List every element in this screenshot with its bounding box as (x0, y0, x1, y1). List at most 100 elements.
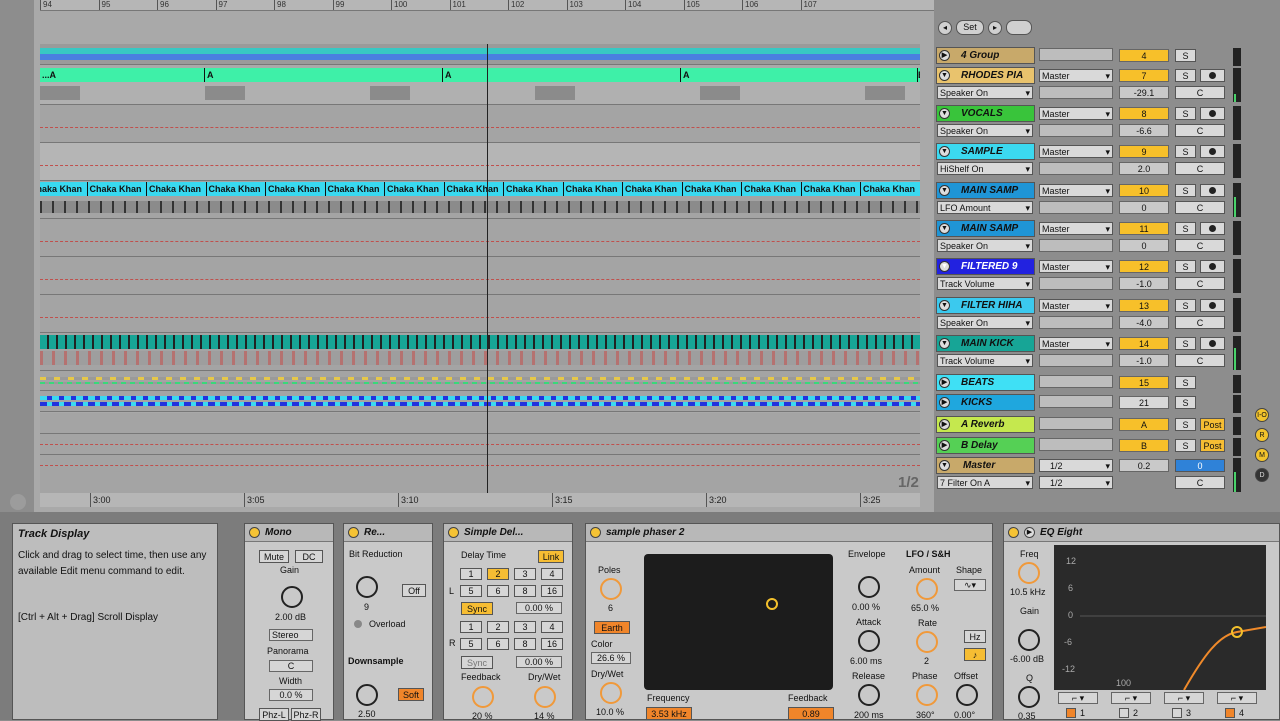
automation-chooser[interactable]: Speaker On (937, 124, 1033, 137)
eq-filter-type-select[interactable]: ⌐ ▾ (1111, 692, 1151, 704)
master-automation-chooser[interactable]: 7 Filter On A (937, 476, 1033, 489)
solo-button[interactable]: S (1175, 69, 1196, 82)
lane-sample[interactable] (40, 143, 920, 181)
track-volume[interactable]: -4.0 (1119, 316, 1169, 329)
arm-button-icon[interactable] (1200, 145, 1225, 158)
io-toggle-icon[interactable]: I-O (1255, 408, 1269, 422)
output-routing[interactable]: Master (1039, 299, 1113, 312)
gain-knob[interactable] (281, 586, 303, 608)
sub-routing[interactable] (1039, 124, 1113, 137)
sub-routing[interactable] (1039, 201, 1113, 214)
return-letter[interactable]: B (1119, 439, 1169, 452)
delay-time-button[interactable]: 16 (541, 585, 563, 597)
automation-chooser[interactable]: Speaker On (937, 239, 1033, 252)
eq-band-toggle[interactable] (1119, 708, 1129, 718)
solo-button[interactable]: S (1175, 260, 1196, 273)
lane-filter-hihat[interactable] (40, 295, 920, 333)
solo-button[interactable]: S (1175, 299, 1196, 312)
right-offset-value[interactable]: 0.00 % (516, 656, 562, 668)
delay-time-button[interactable]: 2 (487, 621, 509, 633)
track-number[interactable]: 11 (1119, 222, 1169, 235)
arm-button-icon[interactable] (1200, 184, 1225, 197)
output-routing[interactable]: Master (1039, 337, 1113, 350)
delay-time-button[interactable]: 4 (541, 621, 563, 633)
eq-band-toggle[interactable] (1066, 708, 1076, 718)
lane-rhodes[interactable]: ...A A A A B (40, 68, 920, 105)
delay-time-button[interactable]: 6 (487, 585, 509, 597)
eq-filter-type-select[interactable]: ⌐ ▾ (1164, 692, 1204, 704)
playhead[interactable] (487, 44, 488, 494)
fold-icon[interactable]: ▶ (939, 377, 950, 388)
post-button[interactable]: Post (1200, 439, 1225, 452)
phase-left-button[interactable]: Phz-L (259, 708, 289, 721)
chaka-khan-clip[interactable]: Chaka Khan (87, 182, 147, 196)
kick-clips[interactable] (40, 335, 920, 349)
group-output-slot[interactable] (1039, 48, 1113, 61)
width-value[interactable]: 0.0 % (269, 689, 313, 701)
bit-off-button[interactable]: Off (402, 584, 426, 597)
track-volume[interactable]: -29.1 (1119, 86, 1169, 99)
track-number[interactable]: 4 (1119, 49, 1169, 62)
lock-icon[interactable] (1006, 20, 1032, 35)
panorama-value[interactable]: C (269, 660, 313, 672)
delay-power-icon[interactable] (448, 527, 459, 538)
lane-b-delay[interactable] (40, 434, 920, 455)
offset-knob[interactable] (956, 684, 978, 706)
chaka-khan-clip[interactable]: Chaka Khan (40, 182, 88, 196)
track-pan[interactable]: C (1175, 162, 1225, 175)
track-header[interactable]: ▼ VOCALS (936, 105, 1035, 122)
track-number[interactable]: 14 (1119, 337, 1169, 350)
rate-value[interactable]: 2 (924, 656, 929, 666)
dc-button[interactable]: DC (295, 550, 323, 563)
add-locator-icon[interactable]: ◂ (938, 21, 952, 35)
poles-value[interactable]: 6 (608, 603, 613, 613)
arm-button-icon[interactable] (1200, 260, 1225, 273)
arm-button-icon[interactable] (1200, 299, 1225, 312)
lane-main-samp-1[interactable]: Chaka KhanChaka KhanChaka KhanChaka Khan… (40, 181, 920, 219)
track-header[interactable]: ▼ SAMPLE (936, 143, 1035, 160)
returns-toggle-icon[interactable]: R (1255, 428, 1269, 442)
eq-freq-knob[interactable] (1018, 562, 1040, 584)
sync-left-button[interactable]: Sync (461, 602, 493, 615)
track-header[interactable]: ▼ RHODES PIA (936, 67, 1035, 84)
automation-chooser[interactable]: Speaker On (937, 316, 1033, 329)
soft-button[interactable]: Soft (398, 688, 424, 701)
delay-time-button[interactable]: 8 (514, 638, 536, 650)
lane-main-kick[interactable] (40, 333, 920, 371)
eq-q-knob[interactable] (1018, 686, 1040, 708)
chaka-clips[interactable]: Chaka KhanChaka KhanChaka KhanChaka Khan… (40, 182, 920, 196)
chaka-khan-clip[interactable]: Chaka Khan (504, 182, 564, 196)
eq-band-toggle[interactable] (1225, 708, 1235, 718)
lane-main-samp-2[interactable] (40, 219, 920, 257)
eq-gain-value[interactable]: -6.00 dB (1010, 654, 1044, 664)
phase-value[interactable]: 360° (916, 710, 935, 720)
track-number[interactable]: 10 (1119, 184, 1169, 197)
output-routing[interactable]: Master (1039, 107, 1113, 120)
output-routing[interactable]: Master (1039, 145, 1113, 158)
eq-graph[interactable]: 12 6 0 -6 -12 100 (1054, 545, 1266, 690)
fold-icon[interactable]: ▼ (939, 338, 950, 349)
sub-routing[interactable] (1039, 86, 1113, 99)
chaka-khan-clip[interactable]: Chaka Khan (623, 182, 683, 196)
rate-knob[interactable] (916, 631, 938, 653)
release-knob[interactable] (858, 684, 880, 706)
eq-filter-type-select[interactable]: ⌐ ▾ (1058, 692, 1098, 704)
chaka-khan-clip[interactable]: Chaka Khan (325, 182, 385, 196)
solo-button[interactable]: S (1175, 376, 1196, 389)
solo-button[interactable]: S (1175, 222, 1196, 235)
sync-right-button[interactable]: Sync (461, 656, 493, 669)
mono-power-icon[interactable] (249, 527, 260, 538)
return-output-slot[interactable] (1039, 438, 1113, 451)
delay-time-button[interactable]: 3 (514, 568, 536, 580)
rhodes-clip[interactable]: ...A (40, 68, 205, 82)
fold-icon[interactable]: ▼ (939, 185, 950, 196)
attack-knob[interactable] (858, 630, 880, 652)
track-header[interactable]: ▼ MAIN SAMP (936, 220, 1035, 237)
track-number[interactable]: 7 (1119, 69, 1169, 82)
master-volume[interactable]: 0.2 (1119, 459, 1169, 472)
fold-icon[interactable]: ▶ (939, 50, 950, 61)
xy-handle-icon[interactable] (766, 598, 778, 610)
phase-knob[interactable] (916, 684, 938, 706)
arm-button-icon[interactable] (1200, 69, 1225, 82)
lane-master[interactable] (40, 455, 920, 493)
